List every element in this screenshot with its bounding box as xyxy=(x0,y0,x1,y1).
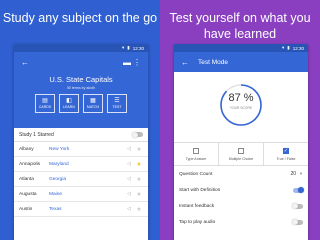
list-item[interactable]: Annapolis Maryland ◁ ★ xyxy=(14,157,148,172)
type-label: Multiple Choice xyxy=(228,156,254,161)
speaker-icon[interactable]: ◁ xyxy=(127,191,135,197)
test-icon: ☰ xyxy=(114,98,120,104)
back-arrow-icon[interactable]: ← xyxy=(20,58,30,67)
speaker-icon[interactable]: ◁ xyxy=(127,161,135,167)
study-starred-row: Study 1 Starred xyxy=(14,128,148,142)
list-item[interactable]: Augusta Maine ◁ ★ xyxy=(14,187,148,202)
option-label: Start with Definition xyxy=(179,187,221,193)
start-with-definition-toggle[interactable] xyxy=(293,187,304,193)
score-value: 87 % xyxy=(228,92,254,104)
question-count-select[interactable]: 20 ▼ xyxy=(290,171,303,177)
mode-label: TEST xyxy=(112,105,122,109)
term-text: Annapolis xyxy=(19,161,41,167)
study-starred-label: Study 1 Starred xyxy=(19,131,54,138)
mode-match-button[interactable]: ▦ MATCH xyxy=(83,94,103,113)
tap-to-play-audio-toggle[interactable] xyxy=(292,219,303,225)
status-bar: ▾ ▮ 12:30 xyxy=(14,44,148,52)
mode-label: MATCH xyxy=(86,105,100,109)
list-item[interactable]: Albany New York ◁ ★ xyxy=(14,142,148,157)
question-types: Type Answer Multiple Choice ✓ True / Fal… xyxy=(174,142,308,166)
score-area: 87 % YOUR SCORE xyxy=(174,72,308,142)
instant-feedback-toggle[interactable] xyxy=(292,203,303,209)
right-promo-panel: Test yourself on what you have learned ▾… xyxy=(160,0,320,240)
option-label: Tap to play audio xyxy=(179,219,216,225)
speaker-icon[interactable]: ◁ xyxy=(127,206,135,212)
battery-icon: ▮ xyxy=(127,45,130,50)
option-label: Instant feedback xyxy=(179,203,215,209)
star-icon[interactable]: ★ xyxy=(135,161,143,168)
status-time: 12:30 xyxy=(132,45,144,51)
left-phone-screen: ▾ ▮ 12:30 ← ▬ ⋮ U.S. State Capitals 50 t… xyxy=(14,44,148,240)
type-label: Type Answer xyxy=(185,156,207,161)
left-promo-panel: Study any subject on the go ▾ ▮ 12:30 ← … xyxy=(0,0,160,240)
chevron-down-icon: ▼ xyxy=(299,171,303,176)
app-bar: ← Test Mode xyxy=(174,52,308,72)
back-arrow-icon[interactable]: ← xyxy=(180,58,190,67)
learn-icon: ◧ xyxy=(66,98,72,104)
checkbox-type-answer[interactable] xyxy=(193,147,199,154)
study-modes: ▤ CARDS ◧ LEARN ▦ MATCH ☰ TEST xyxy=(18,94,144,113)
option-row: Start with Definition xyxy=(174,182,308,198)
term-text: Austin xyxy=(19,206,33,212)
list-item[interactable]: Atlanta Georgia ◁ ★ xyxy=(14,172,148,187)
mode-label: LEARN xyxy=(63,105,75,109)
list-item[interactable]: Austin Texas ◁ ★ xyxy=(14,202,148,217)
definition-text: Texas xyxy=(49,206,62,212)
signal-icon: ▾ xyxy=(281,45,285,50)
app-bar: ← ▬ ⋮ xyxy=(14,52,148,72)
right-phone-screen: ▾ ▮ 12:30 ← Test Mode 87 % YOUR SCORE Ty… xyxy=(174,44,308,240)
star-icon[interactable]: ★ xyxy=(135,146,143,153)
set-title: U.S. State Capitals xyxy=(49,75,113,84)
speaker-icon[interactable]: ◁ xyxy=(127,176,135,182)
term-text: Atlanta xyxy=(19,176,34,182)
status-bar: ▾ ▮ 12:30 xyxy=(174,44,308,52)
term-list: Albany New York ◁ ★ Annapolis Maryland ◁… xyxy=(14,142,148,217)
term-text: Albany xyxy=(19,146,34,152)
definition-text: New York xyxy=(49,146,70,152)
definition-text: Maine xyxy=(49,191,63,197)
more-vert-icon[interactable]: ⋮ xyxy=(132,58,142,67)
mode-label: CARDS xyxy=(38,105,52,109)
status-time: 12:30 xyxy=(292,45,304,51)
right-headline: Test yourself on what you have learned xyxy=(169,11,311,41)
question-count-label: Question Count xyxy=(179,171,213,177)
score-ring xyxy=(220,84,262,126)
definition-text: Georgia xyxy=(49,176,67,182)
checkbox-multiple-choice[interactable] xyxy=(238,147,244,154)
option-row: Tap to play audio xyxy=(174,214,308,230)
signal-icon: ▾ xyxy=(121,45,125,50)
battery-icon: ▮ xyxy=(287,45,290,50)
checkbox-true-false[interactable]: ✓ xyxy=(283,147,289,154)
folder-icon[interactable]: ▬ xyxy=(122,58,132,67)
question-count-row: Question Count 20 ▼ xyxy=(174,166,308,182)
option-row: Instant feedback xyxy=(174,198,308,214)
left-headline: Study any subject on the go xyxy=(2,11,158,25)
star-icon[interactable]: ★ xyxy=(135,191,143,198)
term-text: Augusta xyxy=(19,191,37,197)
set-header: U.S. State Capitals 50 terms by akoth ▤ … xyxy=(14,72,148,128)
study-starred-toggle[interactable] xyxy=(132,131,143,138)
type-label: True / False xyxy=(276,156,296,161)
mode-test-button[interactable]: ☰ TEST xyxy=(107,94,127,113)
cards-icon: ▤ xyxy=(42,98,48,104)
score-caption: YOUR SCORE xyxy=(229,106,253,110)
star-icon[interactable]: ★ xyxy=(135,176,143,183)
score-arc xyxy=(220,84,262,126)
screen-title: Test Mode xyxy=(198,58,228,66)
set-meta: 50 terms by akoth xyxy=(67,86,95,90)
mode-learn-button[interactable]: ◧ LEARN xyxy=(59,94,79,113)
type-answer-option[interactable]: Type Answer xyxy=(174,143,219,165)
multiple-choice-option[interactable]: Multiple Choice xyxy=(219,143,264,165)
match-icon: ▦ xyxy=(90,98,96,104)
definition-text: Maryland xyxy=(49,161,69,167)
mode-cards-button[interactable]: ▤ CARDS xyxy=(35,94,55,113)
speaker-icon[interactable]: ◁ xyxy=(127,146,135,152)
star-icon[interactable]: ★ xyxy=(135,206,143,213)
true-false-option[interactable]: ✓ True / False xyxy=(264,143,308,165)
